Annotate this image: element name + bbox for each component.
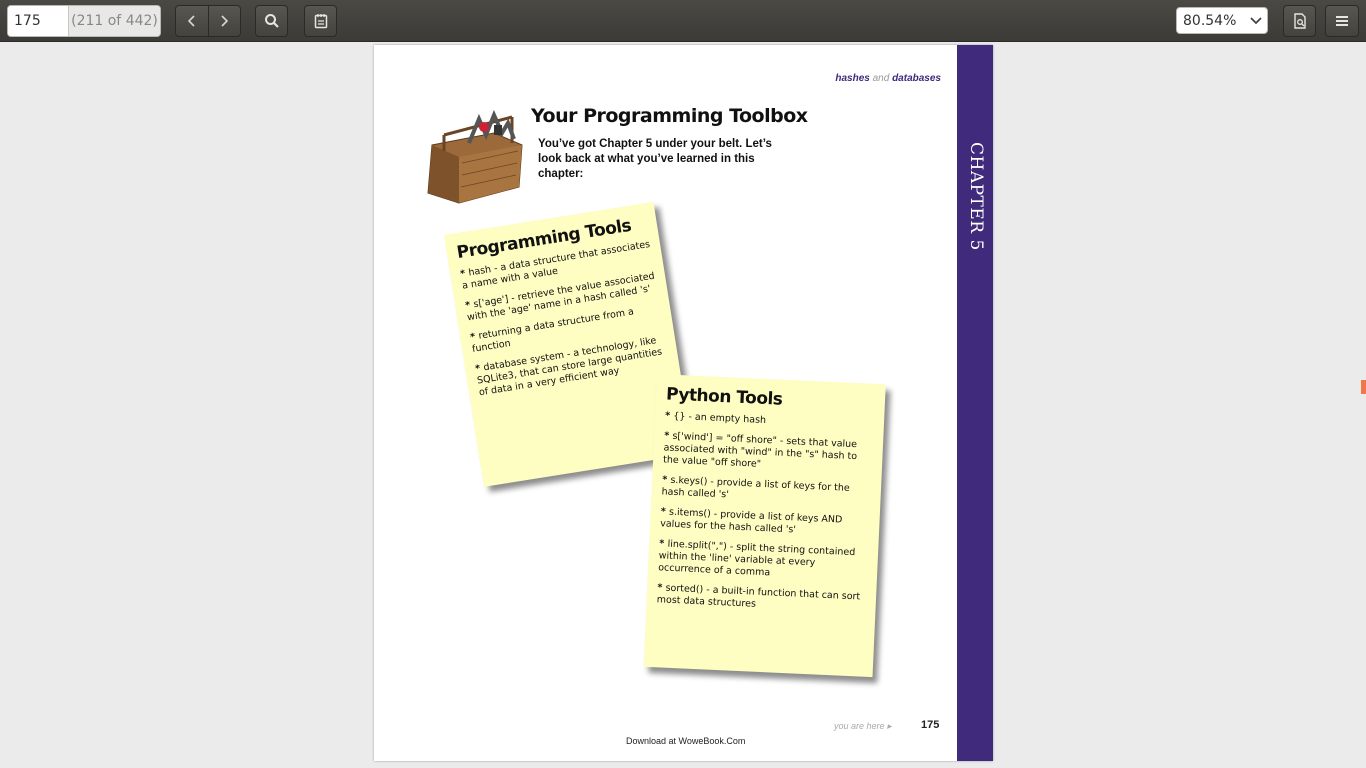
download-footer: Download at WoweBook.Com bbox=[626, 736, 746, 746]
page-entry: (211 of 442) bbox=[7, 5, 161, 37]
programming-tools-list: hash - a data structure that associates … bbox=[450, 237, 680, 401]
running-head-part1: hashes bbox=[835, 73, 870, 84]
toolbox-title: Your Programming Toolbox bbox=[531, 105, 808, 127]
zoom-value: 80.54% bbox=[1183, 12, 1237, 29]
page-total-label: (211 of 442) bbox=[68, 6, 160, 36]
page-navigation-group bbox=[175, 5, 241, 37]
page-number: 175 bbox=[921, 719, 940, 731]
toolbox-intro: You’ve got Chapter 5 under your belt. Le… bbox=[538, 138, 772, 180]
search-icon bbox=[264, 14, 279, 28]
python-tools-title: Python Tools bbox=[665, 384, 783, 410]
document-search-icon bbox=[1293, 13, 1306, 29]
running-head-and: and bbox=[872, 73, 890, 84]
chevron-right-icon bbox=[221, 15, 229, 27]
zoom-select[interactable]: 80.54% bbox=[1176, 7, 1268, 34]
running-head: hashes and databases bbox=[835, 73, 941, 84]
document-page: hashes and databases CHAPTER 5 Your Prog… bbox=[374, 45, 993, 761]
list-item: {} - an empty hash bbox=[665, 410, 876, 432]
list-item: line.split(",") - split the string conta… bbox=[658, 538, 870, 584]
annotations-button[interactable] bbox=[304, 5, 337, 37]
running-head-part2: databases bbox=[892, 73, 941, 84]
search-button[interactable] bbox=[255, 5, 288, 37]
next-page-button[interactable] bbox=[209, 6, 241, 36]
hamburger-menu-icon bbox=[1336, 16, 1348, 26]
chapter-tab: CHAPTER 5 bbox=[957, 45, 993, 761]
python-tools-note: Python Tools {} - an empty hash s['wind'… bbox=[643, 374, 886, 678]
toolbox-illustration bbox=[427, 109, 523, 204]
list-item: s['wind'] = "off shore" - sets that valu… bbox=[663, 430, 875, 476]
chevron-left-icon bbox=[187, 15, 195, 27]
toolbar: (211 of 442) 80.54% bbox=[0, 0, 1366, 42]
python-tools-list: {} - an empty hash s['wind'] = "off shor… bbox=[646, 410, 884, 616]
you-are-here-footer: you are here ▸ bbox=[834, 721, 892, 731]
notepad-icon bbox=[314, 14, 327, 29]
document-properties-button[interactable] bbox=[1283, 5, 1316, 37]
list-item: sorted() - a built-in function that can … bbox=[656, 582, 868, 616]
menu-button[interactable] bbox=[1325, 5, 1359, 37]
list-item: s.items() - provide a list of keys AND v… bbox=[660, 506, 872, 540]
previous-page-button[interactable] bbox=[176, 6, 209, 36]
list-item: s.keys() - provide a list of keys for th… bbox=[661, 474, 873, 508]
chapter-label: CHAPTER 5 bbox=[966, 142, 986, 251]
chevron-down-icon bbox=[1245, 16, 1267, 25]
page-number-input[interactable] bbox=[8, 6, 68, 36]
scroll-position-indicator[interactable] bbox=[1361, 380, 1366, 394]
